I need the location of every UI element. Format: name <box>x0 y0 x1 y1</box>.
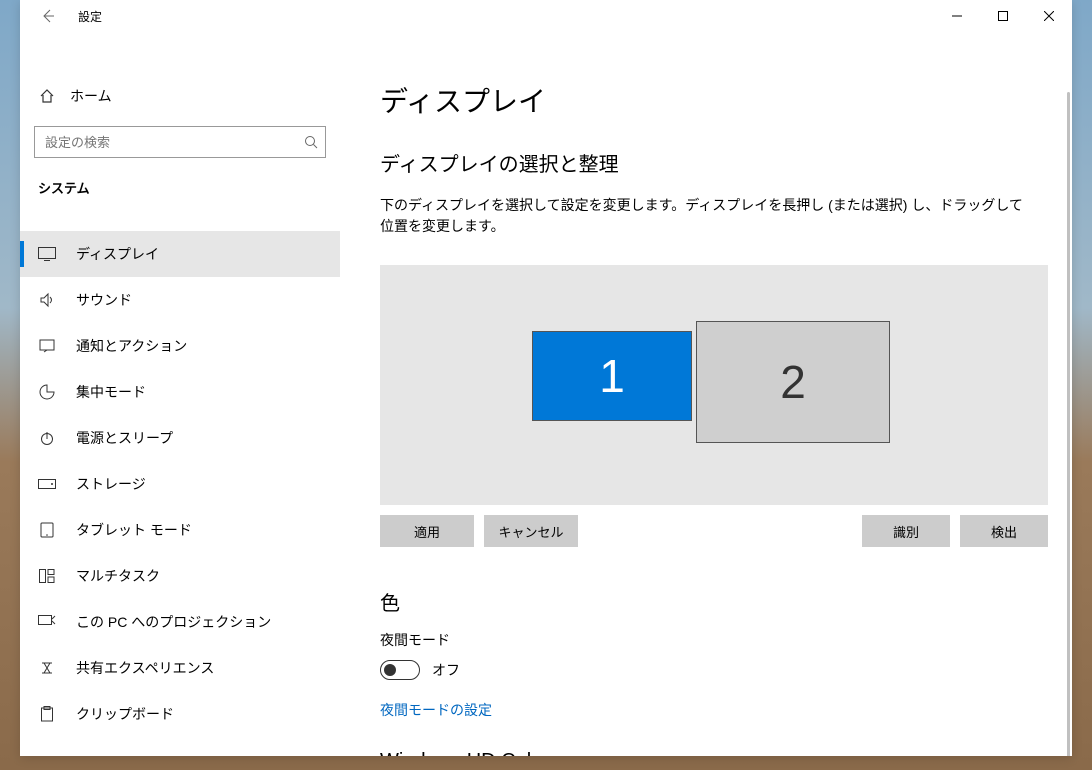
search-box <box>34 126 326 158</box>
sidebar-item-label: この PC へのプロジェクション <box>76 612 271 632</box>
night-mode-toggle[interactable] <box>380 660 420 680</box>
sidebar-item-sound[interactable]: サウンド <box>20 277 340 323</box>
scrollbar[interactable] <box>1067 92 1070 756</box>
night-mode-state: オフ <box>432 660 460 680</box>
apply-button[interactable]: 適用 <box>380 515 474 547</box>
cancel-button[interactable]: キャンセル <box>484 515 578 547</box>
monitor-1[interactable]: 1 <box>532 331 692 421</box>
sidebar-home-label: ホーム <box>70 86 112 106</box>
maximize-icon <box>998 11 1008 21</box>
storage-icon <box>38 475 56 493</box>
sidebar-home[interactable]: ホーム <box>20 76 340 116</box>
arrow-left-icon <box>40 8 56 24</box>
clipboard-icon <box>38 705 56 723</box>
sidebar-item-tablet[interactable]: タブレット モード <box>20 507 340 553</box>
back-button[interactable] <box>32 0 64 32</box>
close-button[interactable] <box>1026 0 1072 32</box>
display-icon <box>38 245 56 263</box>
sidebar-item-label: 電源とスリープ <box>76 428 173 448</box>
search-wrap <box>20 116 340 166</box>
close-icon <box>1044 11 1054 21</box>
monitor-2[interactable]: 2 <box>696 321 890 443</box>
sidebar-item-storage[interactable]: ストレージ <box>20 461 340 507</box>
sidebar-item-power[interactable]: 電源とスリープ <box>20 415 340 461</box>
settings-window: 設定 ホーム システム ディスプレイ <box>20 0 1072 756</box>
multitask-icon <box>38 567 56 585</box>
arrange-description: 下のディスプレイを選択して設定を変更します。ディスプレイを長押し (または選択)… <box>380 195 1032 237</box>
minimize-icon <box>952 11 962 21</box>
search-input[interactable] <box>34 126 326 158</box>
night-mode-row: オフ <box>380 660 1032 680</box>
sidebar-item-label: サウンド <box>76 290 132 310</box>
sidebar-item-label: ディスプレイ <box>76 244 159 264</box>
sidebar-item-clipboard[interactable]: クリップボード <box>20 691 340 737</box>
sidebar-item-label: 集中モード <box>76 382 146 402</box>
focus-icon <box>38 383 56 401</box>
window-controls <box>934 0 1072 32</box>
nav-list: ディスプレイ サウンド 通知とアクション 集中モード 電源とスリープ <box>20 231 340 737</box>
notification-icon <box>38 337 56 355</box>
search-icon <box>304 135 318 149</box>
toggle-knob-icon <box>384 664 396 676</box>
sidebar-item-projection[interactable]: この PC へのプロジェクション <box>20 599 340 645</box>
hdr-heading: Windows HD Color <box>380 750 1032 756</box>
page-title: ディスプレイ <box>380 80 1032 120</box>
sidebar-item-notifications[interactable]: 通知とアクション <box>20 323 340 369</box>
content-area: ディスプレイ ディスプレイの選択と整理 下のディスプレイを選択して設定を変更しま… <box>340 32 1072 756</box>
titlebar: 設定 <box>20 0 1072 32</box>
sidebar: ホーム システム ディスプレイ サウンド <box>20 32 340 756</box>
sidebar-item-label: ストレージ <box>76 474 146 494</box>
sidebar-item-label: 共有エクスペリエンス <box>76 658 214 678</box>
projection-icon <box>38 613 56 631</box>
window-title: 設定 <box>78 8 102 25</box>
sidebar-item-label: クリップボード <box>76 704 174 724</box>
color-heading: 色 <box>380 587 1032 616</box>
sidebar-item-label: マルチタスク <box>76 566 160 586</box>
sidebar-category: システム <box>20 166 340 209</box>
sound-icon <box>38 291 56 309</box>
arrange-heading: ディスプレイの選択と整理 <box>380 148 1032 177</box>
sidebar-item-label: タブレット モード <box>76 520 192 540</box>
body-area: ホーム システム ディスプレイ サウンド <box>20 32 1072 756</box>
tablet-icon <box>38 521 56 539</box>
detect-button[interactable]: 検出 <box>960 515 1048 547</box>
sidebar-item-multitask[interactable]: マルチタスク <box>20 553 340 599</box>
maximize-button[interactable] <box>980 0 1026 32</box>
sidebar-item-display[interactable]: ディスプレイ <box>20 231 340 277</box>
home-icon <box>38 87 56 105</box>
sidebar-item-focus[interactable]: 集中モード <box>20 369 340 415</box>
sidebar-item-share[interactable]: 共有エクスペリエンス <box>20 645 340 691</box>
button-spacer <box>588 515 852 547</box>
arrange-buttons: 適用 キャンセル 識別 検出 <box>380 515 1048 547</box>
night-mode-label: 夜間モード <box>380 630 1032 650</box>
identify-button[interactable]: 識別 <box>862 515 950 547</box>
sidebar-item-label: 通知とアクション <box>76 336 187 356</box>
share-icon <box>38 659 56 677</box>
display-arrange-panel[interactable]: 1 2 <box>380 265 1048 505</box>
power-icon <box>38 429 56 447</box>
night-mode-settings-link[interactable]: 夜間モードの設定 <box>380 700 492 720</box>
minimize-button[interactable] <box>934 0 980 32</box>
